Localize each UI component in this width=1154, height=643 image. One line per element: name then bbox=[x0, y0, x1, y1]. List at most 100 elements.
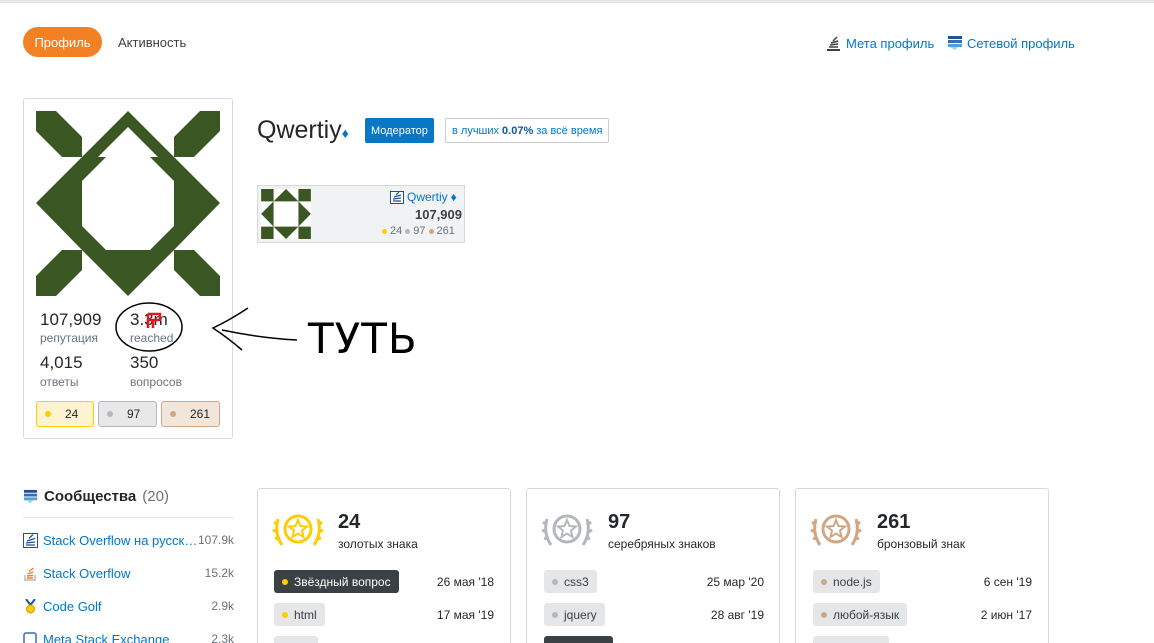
gold-badge-count[interactable]: 24 bbox=[36, 401, 94, 427]
codegolf-icon bbox=[25, 598, 36, 613]
flair-bronze-icon bbox=[428, 228, 434, 234]
community-row[interactable]: Stack Overflow 15.2k bbox=[23, 563, 234, 583]
annotation-text: ТУТЬ bbox=[308, 314, 418, 363]
silver-count: 97 bbox=[608, 511, 631, 533]
stackexchange-icon bbox=[948, 36, 962, 50]
user-avatar[interactable] bbox=[36, 111, 220, 296]
moderator-badge[interactable]: Модератор bbox=[365, 118, 434, 143]
username: Qwertiy bbox=[257, 116, 342, 144]
community-rep: 2.3k bbox=[211, 632, 234, 643]
stackoverflow-icon bbox=[24, 566, 36, 581]
badge-pill-partial[interactable] bbox=[544, 636, 613, 643]
bronze-count: 261 bbox=[877, 511, 911, 533]
flair-name-row: Qwertiy ♦ bbox=[390, 190, 457, 204]
flair-avatar bbox=[261, 189, 311, 239]
gold-dot-icon bbox=[45, 411, 51, 417]
community-name: Meta Stack Exchange bbox=[43, 631, 170, 643]
gold-count: 24 bbox=[338, 511, 361, 533]
flair-bronze: 261 bbox=[436, 225, 455, 237]
badge-pill-partial[interactable] bbox=[813, 636, 889, 643]
flair-username: Qwertiy bbox=[407, 190, 448, 204]
bronze-dot-icon bbox=[170, 411, 176, 417]
badge-date: 26 мая '18 bbox=[436, 575, 494, 589]
top-prefix: в лучших bbox=[452, 124, 500, 137]
meta-se-icon bbox=[23, 631, 37, 643]
badge-date: 6 сен '19 bbox=[983, 575, 1032, 589]
silver-label: серебряных знаков bbox=[608, 537, 716, 551]
answers-value: 4,015 bbox=[40, 353, 83, 372]
stackoverflow-ru-icon bbox=[23, 532, 38, 548]
badge-name: jquery bbox=[564, 607, 597, 622]
badge-pill[interactable]: css3 bbox=[544, 570, 597, 593]
silver-badge-count[interactable]: 97 bbox=[98, 401, 157, 427]
tab-profile[interactable]: Профиль bbox=[23, 27, 102, 57]
bronze-badge-value: 261 bbox=[190, 407, 211, 421]
meta-profile-link[interactable]: Мета профиль bbox=[826, 33, 934, 53]
stackoverflow-ru-icon bbox=[390, 190, 404, 204]
gold-badge-value: 24 bbox=[65, 407, 79, 421]
community-rep: 15.2k bbox=[204, 566, 234, 580]
badge-name: любой-язык bbox=[833, 607, 900, 622]
bronze-label: бронзовый знак bbox=[877, 537, 965, 551]
badge-name: html bbox=[294, 607, 317, 622]
silver-dot-icon bbox=[107, 411, 113, 417]
badge-pill[interactable]: node.js bbox=[813, 570, 880, 593]
silver-dot-icon bbox=[552, 611, 558, 618]
community-row[interactable]: Stack Overflow на русском 107.9k bbox=[23, 530, 234, 550]
flair-badges: 24 97 261 bbox=[382, 225, 455, 237]
answers-label: ответы bbox=[40, 375, 79, 389]
badge-name: css3 bbox=[564, 574, 589, 589]
bronze-badge-count[interactable]: 261 bbox=[161, 401, 220, 427]
flair-silver: 97 bbox=[413, 225, 426, 237]
badge-pill-partial[interactable] bbox=[274, 636, 318, 643]
gold-badge-icon bbox=[272, 514, 324, 546]
questions-label: вопросов bbox=[130, 375, 182, 389]
gold-dot-icon bbox=[282, 578, 288, 585]
divider bbox=[23, 517, 234, 518]
top-percent-badge[interactable]: в лучших 0.07% за всё время bbox=[445, 118, 610, 143]
community-row[interactable]: Meta Stack Exchange 2.3k bbox=[23, 629, 234, 643]
meta-icon bbox=[827, 36, 840, 51]
badge-name: node.js bbox=[833, 574, 872, 589]
top-suffix: за всё время bbox=[536, 124, 603, 137]
badge-pill[interactable]: любой-язык bbox=[813, 603, 908, 626]
community-name: Code Golf bbox=[43, 598, 102, 614]
badge-date: 28 авг '19 bbox=[710, 608, 764, 622]
gold-dot-icon bbox=[282, 611, 288, 618]
bronze-dot-icon bbox=[821, 578, 827, 585]
badge-pill[interactable]: Звёздный вопрос bbox=[274, 570, 399, 593]
tab-activity[interactable]: Активность bbox=[112, 27, 192, 57]
network-profile-label: Сетевой профиль bbox=[967, 35, 1075, 51]
badge-pill[interactable]: html bbox=[274, 603, 325, 626]
stackexchange-icon bbox=[23, 489, 38, 504]
reputation-value: 107,909 bbox=[40, 310, 102, 329]
username-heading: Qwertiy♦ bbox=[257, 116, 349, 145]
community-name: Stack Overflow bbox=[43, 565, 131, 581]
bronze-badge-icon bbox=[810, 514, 862, 546]
badge-date: 25 мар '20 bbox=[706, 575, 764, 589]
communities-count: (20) bbox=[142, 488, 169, 505]
community-row[interactable]: Code Golf 2.9k bbox=[23, 596, 234, 616]
community-rep: 2.9k bbox=[211, 599, 234, 613]
communities-heading[interactable]: Сообщества (20) bbox=[23, 488, 169, 505]
community-rep: 107.9k bbox=[197, 533, 234, 547]
reputation-label: репутация bbox=[40, 331, 98, 345]
badge-date: 17 мая '19 bbox=[436, 608, 494, 622]
silver-badge-icon bbox=[541, 514, 593, 546]
top-border bbox=[0, 0, 1154, 3]
gold-label: золотых знака bbox=[338, 537, 418, 551]
flair-gold: 24 bbox=[390, 225, 403, 237]
silver-badge-value: 97 bbox=[127, 407, 141, 421]
moderator-diamond-icon: ♦ bbox=[341, 125, 349, 141]
bronze-dot-icon bbox=[821, 611, 827, 618]
top-percent: 0.07% bbox=[502, 124, 534, 137]
flair-gold-icon bbox=[382, 228, 387, 234]
silver-dot-icon bbox=[552, 578, 558, 585]
communities-title: Сообщества bbox=[44, 488, 137, 505]
annotation-drawing bbox=[115, 302, 298, 352]
flair-diamond-icon: ♦ bbox=[450, 190, 457, 204]
badge-date: 2 июн '17 bbox=[980, 608, 1032, 622]
flair-reputation: 107,909 bbox=[415, 207, 462, 222]
badge-pill[interactable]: jquery bbox=[544, 603, 605, 626]
network-profile-link[interactable]: Сетевой профиль bbox=[948, 33, 1075, 53]
